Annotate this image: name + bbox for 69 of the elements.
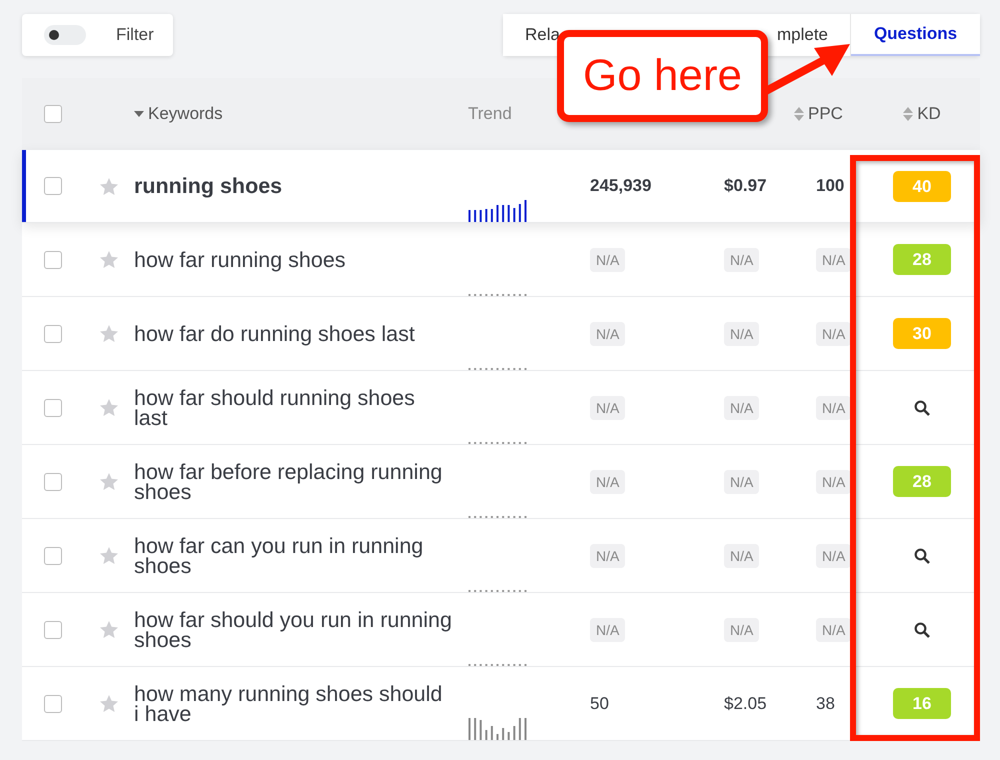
search-icon	[914, 548, 930, 564]
ppc-value: 100	[816, 176, 844, 196]
checkbox[interactable]	[44, 546, 62, 564]
na-badge: N/A	[724, 470, 760, 494]
keyword-text[interactable]: how far before replacing running shoes	[134, 462, 452, 502]
kd-badge: 30	[893, 318, 951, 349]
keyword-text[interactable]: how far can you run in running shoes	[134, 536, 452, 576]
na-badge: N/A	[724, 248, 760, 272]
ppc-value: 38	[816, 694, 835, 714]
checkbox[interactable]	[44, 250, 62, 268]
tab[interactable]: Rela	[503, 14, 557, 56]
star-icon	[100, 473, 118, 490]
column-header[interactable]: Keywords	[148, 104, 223, 124]
na-badge: N/A	[724, 544, 760, 568]
column-header[interactable]: PPC	[808, 104, 843, 124]
na-badge: N/A	[724, 618, 760, 642]
checkbox[interactable]	[44, 472, 62, 490]
na-badge: N/A	[590, 618, 626, 642]
na-badge: N/A	[590, 396, 626, 420]
search-volume: 50	[590, 694, 609, 714]
search-volume: 245,939	[590, 176, 652, 196]
na-badge: N/A	[816, 322, 852, 346]
column-header[interactable]: KD	[917, 104, 941, 124]
checkbox[interactable]	[44, 398, 62, 416]
star-icon	[100, 325, 118, 342]
search-icon	[914, 622, 930, 638]
checkbox[interactable]	[44, 324, 62, 342]
kd-badge: 16	[893, 688, 951, 719]
na-badge: N/A	[724, 396, 760, 420]
search-icon	[914, 400, 930, 416]
na-badge: N/A	[590, 544, 626, 568]
na-badge: N/A	[590, 322, 626, 346]
kd-badge: 28	[893, 244, 951, 275]
na-badge: N/A	[816, 544, 852, 568]
star-icon	[100, 399, 118, 416]
na-badge: N/A	[590, 248, 626, 272]
na-badge: N/A	[816, 248, 852, 272]
keyword-text[interactable]: how far do running shoes last	[134, 324, 415, 344]
keyword-text[interactable]: running shoes	[134, 176, 282, 196]
star-icon	[100, 695, 118, 712]
cpc-value: $0.97	[724, 176, 767, 196]
na-badge: N/A	[590, 470, 626, 494]
na-badge: N/A	[724, 322, 760, 346]
star-icon	[100, 178, 118, 194]
checkbox[interactable]	[44, 694, 62, 712]
sort-caret-icon	[134, 111, 144, 117]
na-badge: N/A	[816, 470, 852, 494]
filter-toggle[interactable]	[44, 25, 86, 45]
star-icon	[100, 621, 118, 638]
sort-icon	[903, 107, 914, 121]
na-badge: N/A	[816, 618, 852, 642]
tab[interactable]: Questions	[851, 14, 980, 56]
kd-badge: 40	[893, 170, 951, 202]
cpc-value: $2.05	[724, 694, 767, 714]
tab[interactable]: mplete	[768, 14, 851, 56]
star-icon	[100, 547, 118, 564]
sort-icon	[794, 107, 804, 121]
na-badge: N/A	[816, 396, 852, 420]
keyword-text[interactable]: how far should you run in running shoes	[134, 610, 452, 650]
kd-badge: 28	[893, 466, 951, 497]
filter-label: Filter	[116, 25, 154, 45]
checkbox[interactable]	[44, 177, 62, 195]
keyword-text[interactable]: how many running shoes should i have	[134, 684, 452, 724]
star-icon	[100, 251, 118, 268]
keyword-text[interactable]: how far should running shoes last	[134, 388, 452, 428]
checkbox[interactable]	[44, 620, 62, 638]
selection-indicator	[22, 150, 26, 222]
checkbox[interactable]	[44, 105, 62, 123]
keyword-text[interactable]: how far running shoes	[134, 250, 346, 270]
